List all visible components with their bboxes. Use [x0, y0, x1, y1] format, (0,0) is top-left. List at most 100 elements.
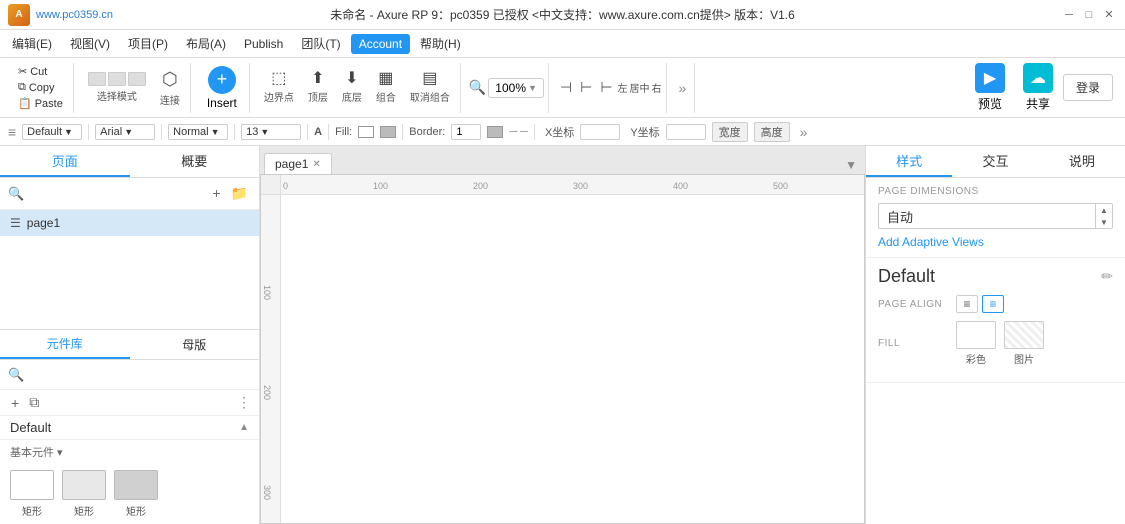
- tab-outline[interactable]: 概要: [130, 146, 260, 177]
- connect-button[interactable]: ⬡ 连接: [154, 65, 186, 111]
- border-color-box[interactable]: [487, 126, 503, 138]
- select-mode-button[interactable]: 选择模式: [82, 68, 152, 107]
- menu-publish[interactable]: Publish: [236, 34, 291, 54]
- widget-more-button[interactable]: ⋮: [237, 394, 251, 411]
- dim-arrow-up[interactable]: ▲: [1096, 204, 1112, 216]
- widget-library-panel: 元件库 母版 🔍 + ⧉ ⋮ Default ▲ 基本元件 ▾ 矩形: [0, 329, 259, 524]
- group-button[interactable]: ▦ 组合: [370, 67, 402, 108]
- bold-button[interactable]: A: [314, 126, 322, 138]
- style-select[interactable]: Default ▼: [22, 124, 82, 140]
- x-coord-input[interactable]: [580, 124, 620, 140]
- widget-item-label-1: 矩形: [22, 503, 42, 518]
- canvas-content[interactable]: [281, 195, 864, 523]
- fmt-divider-5: [328, 124, 329, 140]
- format-more-button[interactable]: »: [796, 122, 812, 142]
- widget-search-icon[interactable]: 🔍: [8, 367, 24, 383]
- ungroup-icon: ▤: [422, 71, 437, 87]
- widget-category-label[interactable]: 基本元件 ▾: [0, 440, 259, 464]
- select-icons: [88, 72, 146, 86]
- default-edit-icon[interactable]: ✏: [1101, 268, 1113, 285]
- select-mode-label: 选择模式: [97, 88, 137, 103]
- minimize-button[interactable]: ─: [1061, 7, 1077, 23]
- share-button[interactable]: ☁ 共享: [1015, 59, 1061, 116]
- copy-button[interactable]: ⧉ Copy: [12, 80, 69, 95]
- more-button[interactable]: »: [675, 78, 691, 98]
- widget-add-button[interactable]: +: [8, 394, 22, 412]
- default-header: Default ✏: [878, 266, 1113, 287]
- add-page-button[interactable]: +: [209, 184, 223, 203]
- border-button[interactable]: ⬚ 边界点: [258, 67, 300, 108]
- fill-image-option[interactable]: 图片: [1004, 321, 1044, 366]
- border-style-icon[interactable]: ─ ─: [509, 126, 528, 138]
- page-item-page1[interactable]: ☰ page1: [0, 210, 259, 236]
- insert-button[interactable]: + Insert: [199, 62, 245, 114]
- close-button[interactable]: ✕: [1101, 7, 1117, 23]
- group-icon: ▦: [378, 71, 393, 87]
- page-align-row: PAGE ALIGN ≡ ≡: [878, 295, 1113, 313]
- border-icon: ⬚: [271, 71, 286, 87]
- page-align-left-button[interactable]: ≡: [956, 295, 978, 313]
- watermark-text: www.pc0359.cn: [36, 9, 113, 21]
- maximize-button[interactable]: □: [1081, 7, 1097, 23]
- dim-arrow-down[interactable]: ▼: [1096, 216, 1112, 228]
- canvas-wrapper[interactable]: 0 100 200 300 400 500 100 200 300: [260, 174, 865, 524]
- menu-help[interactable]: 帮助(H): [412, 32, 469, 55]
- ungroup-button[interactable]: ▤ 取消组合: [404, 67, 456, 108]
- login-button[interactable]: 登录: [1063, 74, 1113, 101]
- width-label[interactable]: 宽度: [712, 122, 748, 142]
- fill-color-box2[interactable]: [380, 126, 396, 138]
- add-adaptive-views-link[interactable]: Add Adaptive Views: [878, 235, 1113, 249]
- widget-copy-button[interactable]: ⧉: [26, 393, 42, 412]
- align-right-button[interactable]: ⊢: [597, 77, 615, 98]
- fill-color-option[interactable]: 彩色: [956, 321, 996, 366]
- canvas-tab-page1[interactable]: page1 ✕: [264, 153, 332, 174]
- add-folder-button[interactable]: 📁: [228, 184, 251, 203]
- border-input[interactable]: [451, 124, 481, 140]
- size-select[interactable]: 13 ▼: [241, 124, 301, 140]
- menu-file[interactable]: 编辑(E): [4, 32, 60, 55]
- bottom-button[interactable]: ⬇ 底层: [336, 67, 368, 108]
- page-align-center-button[interactable]: ≡: [982, 295, 1004, 313]
- widget-box-1: [10, 470, 54, 500]
- font-value: Arial: [100, 126, 122, 138]
- menu-layout[interactable]: 布局(A): [178, 32, 234, 55]
- menu-project[interactable]: 项目(P): [120, 32, 176, 55]
- height-label[interactable]: 高度: [754, 122, 790, 142]
- fmt-divider-6: [402, 124, 403, 140]
- widget-library-chevron-icon[interactable]: ▲: [239, 422, 249, 433]
- tab-masters[interactable]: 母版: [130, 330, 260, 359]
- zoom-search-icon[interactable]: 🔍: [469, 79, 486, 96]
- copy-label: Copy: [29, 82, 55, 94]
- widget-item-3[interactable]: 矩形: [114, 470, 158, 518]
- font-chevron-icon: ▼: [124, 127, 133, 137]
- canvas-tab-close-icon[interactable]: ✕: [312, 159, 320, 170]
- format-menu-icon[interactable]: ≡: [8, 124, 16, 140]
- tab-style[interactable]: 样式: [866, 146, 952, 177]
- align-center-button[interactable]: ⊢: [577, 77, 595, 98]
- align-left-button[interactable]: ⊣: [557, 77, 575, 98]
- font-select[interactable]: Arial ▼: [95, 124, 155, 140]
- menu-team[interactable]: 团队(T): [293, 32, 348, 55]
- zoom-control[interactable]: 100% ▼: [488, 78, 544, 98]
- widget-item-2[interactable]: 矩形: [62, 470, 106, 518]
- pages-search-icon[interactable]: 🔍: [8, 186, 24, 202]
- tab-pages[interactable]: 页面: [0, 146, 130, 177]
- paste-button[interactable]: 📋 Paste: [12, 96, 69, 111]
- ruler-mark-v-100: 100: [262, 285, 272, 300]
- widget-item-1[interactable]: 矩形: [10, 470, 54, 518]
- top-button[interactable]: ⬆ 顶层: [302, 67, 334, 108]
- menu-view[interactable]: 视图(V): [62, 32, 118, 55]
- tab-widgets[interactable]: 元件库: [0, 330, 130, 359]
- style2-select[interactable]: Normal ▼: [168, 124, 228, 140]
- preview-button[interactable]: ▶ 预览: [967, 59, 1013, 116]
- cut-label: Cut: [30, 66, 47, 78]
- widget-box-3: [114, 470, 158, 500]
- select-connect-group: 选择模式 ⬡ 连接: [78, 63, 191, 113]
- tab-notes[interactable]: 说明: [1039, 146, 1125, 177]
- menu-account[interactable]: Account: [351, 34, 410, 54]
- canvas-tab-arrow-icon[interactable]: ▼: [841, 156, 861, 174]
- cut-button[interactable]: ✂ Cut: [12, 64, 69, 79]
- fill-color-box1[interactable]: [358, 126, 374, 138]
- tab-interact[interactable]: 交互: [952, 146, 1038, 177]
- y-coord-input[interactable]: [666, 124, 706, 140]
